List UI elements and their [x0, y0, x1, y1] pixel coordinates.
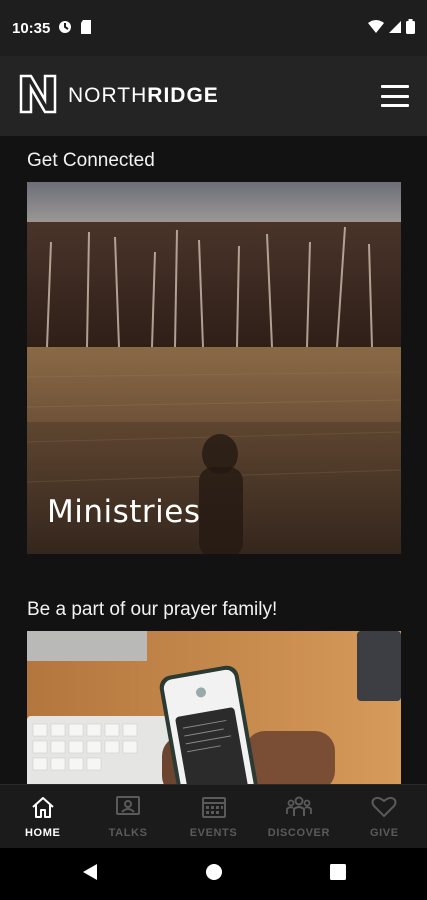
- card-label-ministries: Ministries: [47, 494, 201, 530]
- back-button[interactable]: [76, 860, 104, 888]
- ministries-card[interactable]: Ministries: [27, 182, 401, 554]
- signal-icon: [388, 19, 402, 38]
- nav-discover-label: DISCOVER: [267, 826, 331, 839]
- data-saver-icon: [58, 19, 72, 38]
- nav-home-label: HOME: [25, 826, 61, 839]
- nav-discover[interactable]: DISCOVER: [256, 785, 341, 848]
- people-icon: [285, 795, 313, 823]
- nav-talks[interactable]: TALKS: [85, 785, 170, 848]
- home-feed[interactable]: Get Connected Ministries Be a part of ou…: [0, 136, 427, 784]
- app-header: NORTHRIDGE: [0, 56, 427, 136]
- brand-name: NORTHRIDGE: [68, 84, 219, 107]
- home-icon: [30, 795, 56, 823]
- recents-button[interactable]: [324, 860, 352, 888]
- prayer-card[interactable]: [27, 631, 401, 784]
- nav-home[interactable]: HOME: [0, 785, 85, 848]
- calendar-icon: [201, 795, 227, 823]
- nav-events-label: EVENTS: [189, 826, 238, 839]
- wifi-icon: [368, 19, 384, 38]
- section-title-get-connected: Get Connected: [27, 150, 155, 171]
- sd-card-icon: [80, 19, 92, 38]
- nav-give[interactable]: GIVE: [342, 785, 427, 848]
- system-nav-bar: [0, 848, 427, 900]
- brand-logo[interactable]: NORTHRIDGE: [18, 74, 219, 118]
- back-triangle-icon: [82, 863, 98, 885]
- status-bar: 10:35: [0, 0, 427, 56]
- section-title-prayer-family: Be a part of our prayer family!: [27, 599, 278, 620]
- home-system-button[interactable]: [200, 860, 228, 888]
- nav-give-label: GIVE: [369, 826, 399, 839]
- battery-icon: [406, 18, 415, 38]
- recents-square-icon: [329, 864, 346, 884]
- heart-icon: [370, 795, 398, 823]
- bottom-nav: HOME TALKS EVENTS DISCOVER GIVE: [0, 784, 427, 848]
- nav-talks-label: TALKS: [108, 826, 148, 839]
- northridge-logo-icon: [18, 74, 58, 118]
- nav-events[interactable]: EVENTS: [171, 785, 256, 848]
- hamburger-menu-button[interactable]: [381, 85, 409, 107]
- home-circle-icon: [205, 863, 223, 885]
- phone-desk-image: [27, 631, 401, 784]
- talks-icon: [115, 795, 141, 823]
- status-time: 10:35: [12, 19, 51, 37]
